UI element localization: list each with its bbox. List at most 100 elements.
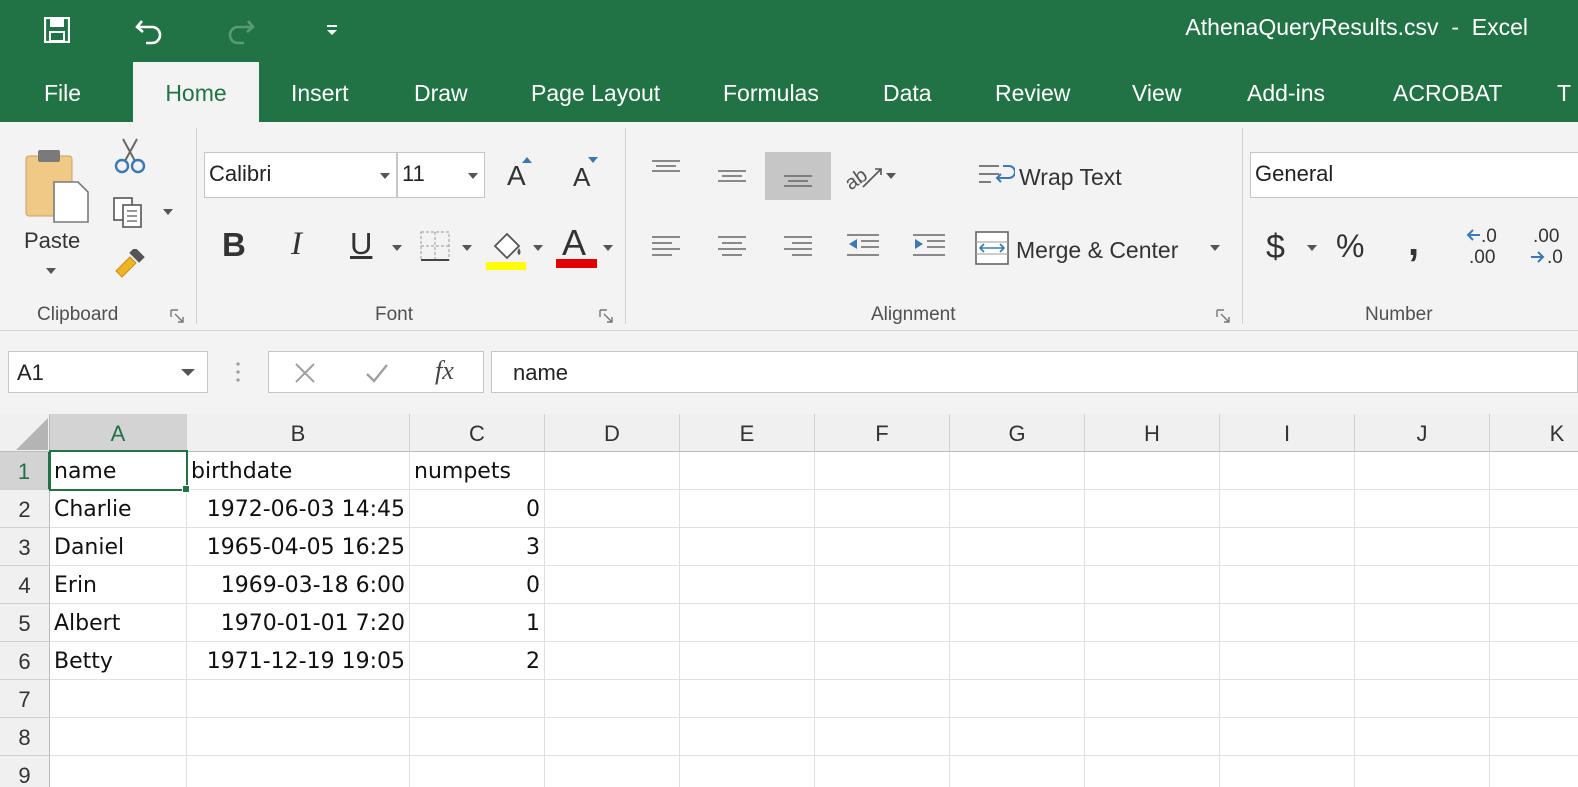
cell-b9[interactable]	[187, 756, 410, 787]
cell-i3[interactable]	[1220, 528, 1355, 566]
tab-data[interactable]: Data	[883, 62, 932, 122]
borders-dropdown-icon[interactable]	[462, 245, 472, 251]
cell-a5[interactable]: Albert	[50, 604, 187, 642]
cell-i7[interactable]	[1220, 680, 1355, 718]
cell-e6[interactable]	[680, 642, 815, 680]
tab-acrobat[interactable]: ACROBAT	[1393, 62, 1502, 122]
shrink-font-icon[interactable]: A	[573, 162, 590, 193]
column-header-k[interactable]: K	[1490, 414, 1578, 452]
cell-d2[interactable]	[545, 490, 680, 528]
cell-h9[interactable]	[1085, 756, 1220, 787]
wrap-text-button[interactable]: Wrap Text	[1019, 164, 1122, 191]
cell-j9[interactable]	[1355, 756, 1490, 787]
column-header-a[interactable]: A	[50, 414, 187, 452]
cell-h7[interactable]	[1085, 680, 1220, 718]
cell-d5[interactable]	[545, 604, 680, 642]
italic-button[interactable]: I	[291, 226, 302, 263]
cell-j6[interactable]	[1355, 642, 1490, 680]
cell-b2[interactable]: 1972-06-03 14:45	[187, 490, 410, 528]
name-box-dropdown-icon[interactable]	[181, 369, 195, 376]
cell-e1[interactable]	[680, 452, 815, 490]
alignment-launcher-icon[interactable]	[1216, 308, 1230, 323]
underline-button[interactable]: U	[350, 226, 372, 262]
undo-icon[interactable]	[126, 10, 172, 50]
row-header-5[interactable]: 5	[0, 604, 50, 642]
cell-j3[interactable]	[1355, 528, 1490, 566]
decrease-indent-icon[interactable]	[842, 228, 884, 262]
cell-j1[interactable]	[1355, 452, 1490, 490]
borders-icon[interactable]	[417, 228, 453, 264]
font-size-box[interactable]: 11	[397, 152, 485, 198]
cell-j2[interactable]	[1355, 490, 1490, 528]
paste-icon[interactable]	[18, 136, 98, 236]
cell-h4[interactable]	[1085, 566, 1220, 604]
cell-e2[interactable]	[680, 490, 815, 528]
currency-dropdown-icon[interactable]	[1307, 245, 1317, 251]
cell-f2[interactable]	[815, 490, 950, 528]
tab-home[interactable]: Home	[133, 62, 259, 124]
font-color-button[interactable]: A	[562, 222, 586, 264]
customize-qat-icon[interactable]	[318, 10, 346, 50]
cell-c2[interactable]: 0	[410, 490, 545, 528]
cell-h3[interactable]	[1085, 528, 1220, 566]
copy-icon[interactable]	[108, 192, 148, 232]
cell-a9[interactable]	[50, 756, 187, 787]
row-header-4[interactable]: 4	[0, 566, 50, 604]
cell-d6[interactable]	[545, 642, 680, 680]
row-header-6[interactable]: 6	[0, 642, 50, 680]
cell-f8[interactable]	[815, 718, 950, 756]
cell-i8[interactable]	[1220, 718, 1355, 756]
cell-d4[interactable]	[545, 566, 680, 604]
increase-decimal-bottom[interactable]: .00	[1469, 247, 1495, 269]
cell-c8[interactable]	[410, 718, 545, 756]
cell-b5[interactable]: 1970-01-01 7:20	[187, 604, 410, 642]
cell-e5[interactable]	[680, 604, 815, 642]
tab-truncated[interactable]: T	[1557, 62, 1571, 122]
cell-b4[interactable]: 1969-03-18 6:00	[187, 566, 410, 604]
cell-c4[interactable]: 0	[410, 566, 545, 604]
cell-d1[interactable]	[545, 452, 680, 490]
clipboard-launcher-icon[interactable]	[170, 308, 184, 323]
cancel-icon[interactable]	[291, 361, 319, 385]
fill-color-dropdown-icon[interactable]	[533, 245, 543, 251]
cell-k7[interactable]	[1490, 680, 1578, 718]
cell-b3[interactable]: 1965-04-05 16:25	[187, 528, 410, 566]
increase-decimal-top[interactable]: .0	[1481, 226, 1497, 248]
font-size-dropdown-icon[interactable]	[468, 173, 478, 179]
percent-button[interactable]: %	[1336, 228, 1364, 265]
cell-a2[interactable]: Charlie	[50, 490, 187, 528]
font-name-box[interactable]: Calibri	[204, 152, 397, 198]
cell-k1[interactable]	[1490, 452, 1578, 490]
cell-g6[interactable]	[950, 642, 1085, 680]
cell-b1[interactable]: birthdate	[187, 452, 410, 490]
cell-k3[interactable]	[1490, 528, 1578, 566]
currency-button[interactable]: $	[1266, 228, 1285, 267]
name-box[interactable]: A1	[8, 351, 208, 393]
cell-i2[interactable]	[1220, 490, 1355, 528]
row-header-3[interactable]: 3	[0, 528, 50, 566]
redo-icon[interactable]	[218, 10, 264, 50]
cell-a7[interactable]	[50, 680, 187, 718]
decrease-decimal-bottom[interactable]: .0	[1547, 247, 1563, 269]
format-painter-icon[interactable]	[110, 246, 150, 282]
cell-d7[interactable]	[545, 680, 680, 718]
wrap-text-icon[interactable]	[975, 160, 1017, 194]
column-header-e[interactable]: E	[680, 414, 815, 452]
font-color-dropdown-icon[interactable]	[603, 245, 613, 251]
cell-j4[interactable]	[1355, 566, 1490, 604]
decrease-decimal-top[interactable]: .00	[1533, 226, 1559, 248]
cell-a8[interactable]	[50, 718, 187, 756]
cell-g3[interactable]	[950, 528, 1085, 566]
tab-view[interactable]: View	[1132, 62, 1181, 122]
row-header-8[interactable]: 8	[0, 718, 50, 756]
cut-icon[interactable]	[110, 136, 150, 176]
cell-f3[interactable]	[815, 528, 950, 566]
cell-h8[interactable]	[1085, 718, 1220, 756]
align-center-icon[interactable]	[711, 228, 753, 262]
cell-f6[interactable]	[815, 642, 950, 680]
save-icon[interactable]	[34, 10, 80, 50]
cell-e3[interactable]	[680, 528, 815, 566]
cell-c9[interactable]	[410, 756, 545, 787]
cell-e7[interactable]	[680, 680, 815, 718]
cell-f1[interactable]	[815, 452, 950, 490]
